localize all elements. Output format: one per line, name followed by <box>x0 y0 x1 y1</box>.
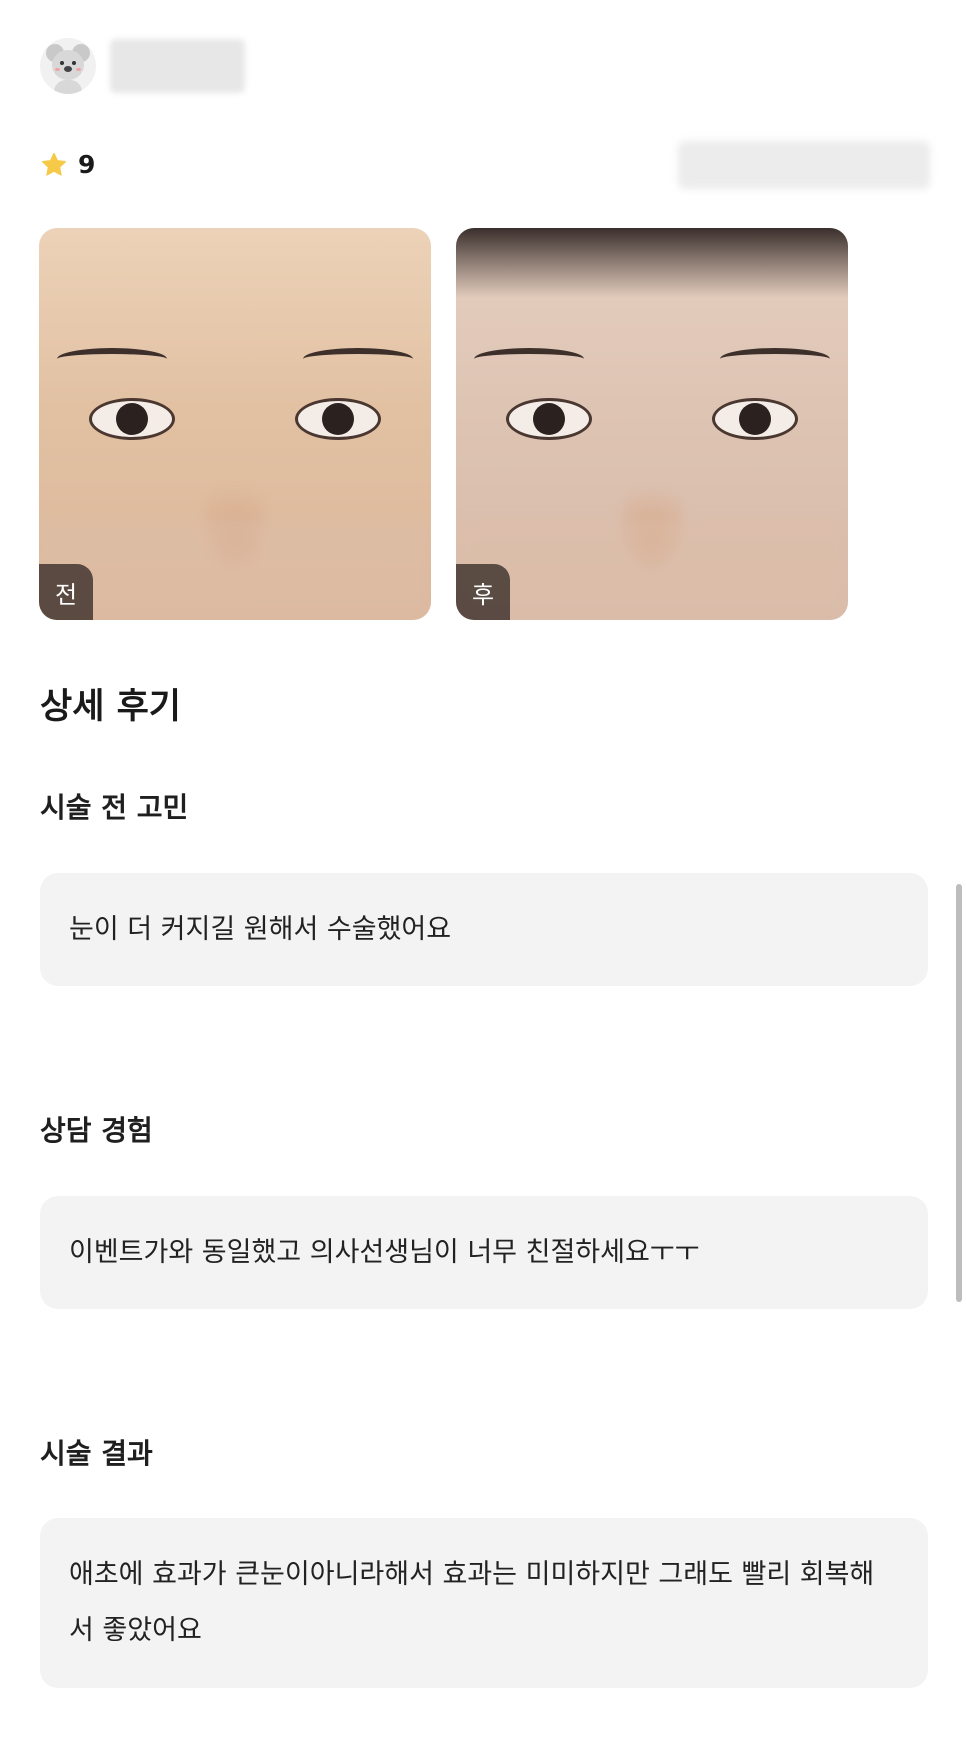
answer-text: 눈이 더 커지길 원해서 수술했어요 <box>69 913 452 945</box>
koala-avatar-icon[interactable] <box>40 38 96 94</box>
after-photo[interactable]: 후 <box>456 228 848 620</box>
question-label: 시술 전 고민 <box>40 791 189 824</box>
star-icon <box>41 152 67 176</box>
answer-box: 애초에 효과가 큰눈이아니라해서 효과는 미미하지만 그래도 빨리 회복해서 좋… <box>40 1518 928 1688</box>
rating-value: 9 <box>78 150 96 179</box>
answer-box: 눈이 더 커지길 원해서 수술했어요 <box>40 873 928 986</box>
reviewer-profile[interactable] <box>40 38 245 94</box>
section-title: 상세 후기 <box>40 687 181 727</box>
answer-text: 애초에 효과가 큰눈이아니라해서 효과는 미미하지만 그래도 빨리 회복해서 좋… <box>69 1559 875 1646</box>
question-label: 상담 경험 <box>40 1114 153 1147</box>
before-badge: 전 <box>39 564 93 620</box>
question-label: 시술 결과 <box>40 1437 153 1470</box>
answer-text: 이벤트가와 동일했고 의사선생님이 너무 친절하세요ㅜㅜ <box>69 1236 700 1268</box>
rating: 9 <box>40 150 95 179</box>
reviewer-name-redacted <box>110 39 245 93</box>
scrollbar[interactable] <box>956 884 962 1302</box>
before-photo[interactable]: 전 <box>39 228 431 620</box>
answer-box: 이벤트가와 동일했고 의사선생님이 너무 친절하세요ㅜㅜ <box>40 1196 928 1309</box>
after-badge: 후 <box>456 564 510 620</box>
review-date-redacted <box>678 141 930 189</box>
